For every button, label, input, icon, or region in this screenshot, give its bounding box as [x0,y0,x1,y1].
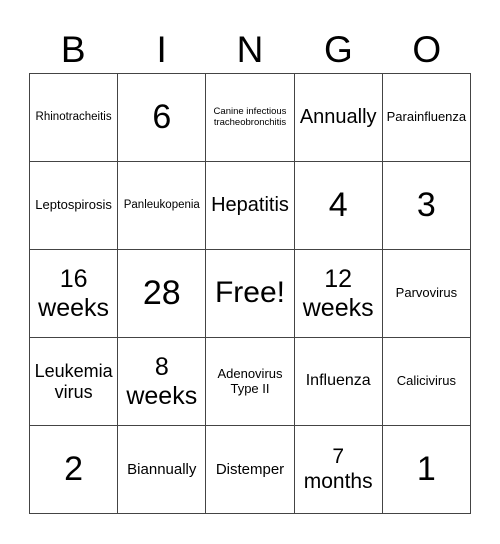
bingo-cell[interactable]: 6 [118,74,207,162]
bingo-cell[interactable]: Biannually [118,426,207,514]
header-letter-o: O [412,29,442,70]
bingo-cell[interactable]: Panleukopenia [118,162,207,250]
bingo-cell[interactable]: 4 [294,162,383,250]
bingo-cell[interactable]: Calicivirus [382,338,471,426]
bingo-cell[interactable]: Annually [294,74,383,162]
bingo-cell[interactable]: Hepatitis [206,162,295,250]
header-letter-g: G [323,29,353,70]
bingo-cell[interactable]: 16 weeks [30,250,119,338]
header-letter-i: I [156,29,167,70]
bingo-header: B I N G O [29,26,471,74]
bingo-cell[interactable]: 12 weeks [294,250,383,338]
bingo-cell[interactable]: Adenovirus Type II [206,338,295,426]
bingo-cell[interactable]: 28 [118,250,207,338]
bingo-cell[interactable]: Influenza [294,338,383,426]
free-space-cell[interactable]: Free! [206,250,295,338]
bingo-cell[interactable]: 2 [30,426,119,514]
bingo-cell[interactable]: Leukemia virus [30,338,119,426]
bingo-cell[interactable]: Parainfluenza [382,74,471,162]
bingo-cell[interactable]: 1 [382,426,471,514]
bingo-cell[interactable]: Leptospirosis [30,162,119,250]
bingo-cell[interactable]: 3 [382,162,471,250]
bingo-cell[interactable]: 8 weeks [118,338,207,426]
bingo-cell[interactable]: Distemper [206,426,295,514]
bingo-cell[interactable]: Canine infectious tracheobronchitis [206,74,295,162]
bingo-cell[interactable]: Parvovirus [382,250,471,338]
header-letter-n: N [236,29,264,70]
bingo-cell[interactable]: Rhinotracheitis [30,74,119,162]
header-letter-b: B [60,29,86,70]
bingo-card-grid: Rhinotracheitis 6 Canine infectious trac… [29,73,471,514]
bingo-cell[interactable]: 7 months [294,426,383,514]
